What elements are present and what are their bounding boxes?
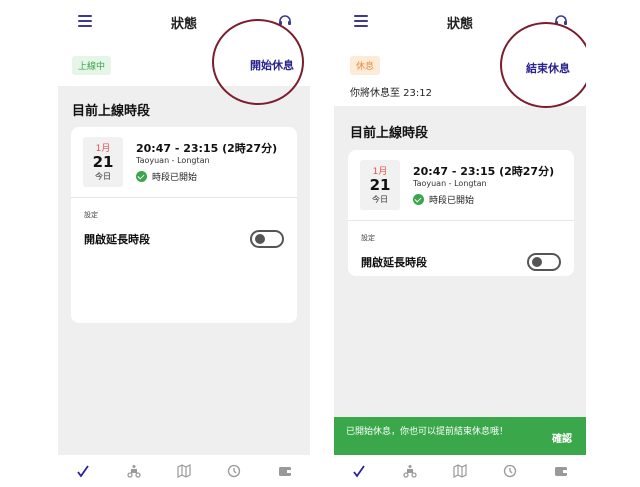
shift-state-label: 時段已開始 — [152, 173, 198, 183]
scooter-icon[interactable] — [125, 462, 143, 480]
extend-shift-toggle[interactable] — [527, 253, 561, 271]
shift-time: 20:47 - 23:15 (2時27分) — [413, 165, 555, 178]
scooter-icon[interactable] — [401, 462, 419, 480]
extend-shift-label: 開啟延長時段 — [361, 256, 427, 269]
snackbar: 已開始休息，你也可以提前結束休息哦！ 確認 — [334, 417, 586, 455]
phone-online-screen: 狀態 上線中 開始休息 目前上線時段 1月 21 今日 20:47 - 23:1… — [58, 0, 310, 487]
page-title: 狀態 — [170, 16, 197, 32]
shift-state: 時段已開始 — [413, 193, 474, 206]
status-badge: 休息 — [350, 56, 381, 75]
shift-card: 1月 21 今日 20:47 - 23:15 (2時27分) Taoyuan -… — [348, 150, 574, 276]
settings-label: 設定 — [361, 234, 375, 242]
section-title: 目前上線時段 — [72, 104, 151, 119]
bottom-nav — [334, 455, 586, 487]
date-box: 1月 21 今日 — [83, 137, 123, 187]
history-icon[interactable] — [225, 462, 243, 480]
shift-time: 20:47 - 23:15 (2時27分) — [136, 142, 278, 155]
history-icon[interactable] — [501, 462, 519, 480]
check-icon[interactable] — [74, 462, 92, 480]
shift-card: 1月 21 今日 20:47 - 23:15 (2時27分) Taoyuan -… — [71, 127, 297, 323]
shift-state: 時段已開始 — [136, 170, 197, 183]
date-day: 21 — [92, 153, 114, 171]
phone-rest-screen: 狀態 休息 結束休息 你將休息至 23:12 目前上線時段 1月 21 今日 2… — [334, 0, 586, 487]
extend-shift-label: 開啟延長時段 — [84, 233, 150, 246]
divider — [348, 220, 574, 221]
section-title: 目前上線時段 — [350, 126, 429, 141]
check-icon[interactable] — [350, 462, 368, 480]
stage: 狀態 上線中 開始休息 目前上線時段 1月 21 今日 20:47 - 23:1… — [0, 0, 640, 487]
wallet-icon[interactable] — [276, 462, 294, 480]
snackbar-confirm-button[interactable]: 確認 — [552, 430, 572, 445]
shift-location: Taoyuan - Longtan — [413, 179, 487, 188]
date-today: 今日 — [372, 195, 388, 204]
menu-icon[interactable] — [354, 15, 368, 27]
check-circle-icon — [136, 171, 147, 182]
settings-label: 設定 — [84, 211, 98, 219]
map-icon[interactable] — [175, 462, 193, 480]
shift-state-label: 時段已開始 — [429, 196, 475, 206]
check-circle-icon — [413, 194, 424, 205]
annotation-circle — [500, 22, 586, 108]
annotation-circle — [212, 19, 304, 105]
page-title: 狀態 — [446, 16, 473, 32]
date-today: 今日 — [95, 172, 111, 181]
divider — [71, 197, 297, 198]
date-box: 1月 21 今日 — [360, 160, 400, 210]
rest-until-text: 你將休息至 23:12 — [350, 88, 432, 99]
menu-icon[interactable] — [78, 15, 92, 27]
wallet-icon[interactable] — [552, 462, 570, 480]
shift-location: Taoyuan - Longtan — [136, 156, 210, 165]
extend-shift-toggle[interactable] — [250, 230, 284, 248]
date-day: 21 — [369, 176, 391, 194]
snackbar-message: 已開始休息，你也可以提前結束休息哦！ — [346, 427, 509, 437]
status-badge: 上線中 — [72, 56, 112, 75]
bottom-nav — [58, 455, 310, 487]
map-icon[interactable] — [451, 462, 469, 480]
